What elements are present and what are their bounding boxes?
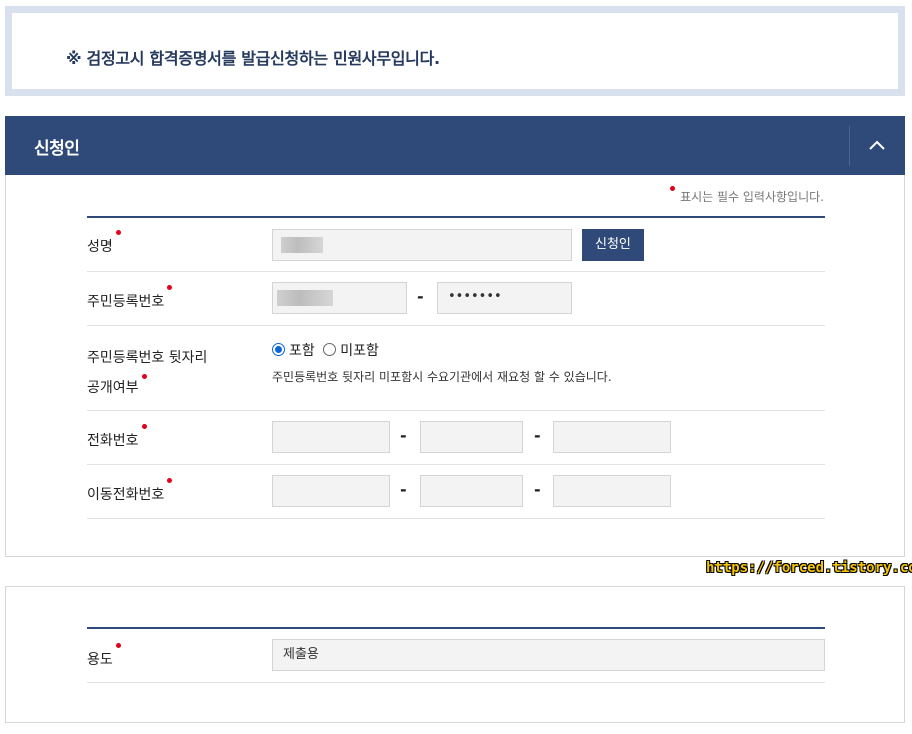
- required-dot-icon: [167, 285, 173, 290]
- applicant-form: 성명 신청인 주민등록번호 - ••••••• 주민등록번호 뒷자리 공개여부 …: [87, 216, 825, 519]
- mobile-part3-input[interactable]: [553, 475, 671, 507]
- phone-dash-1: -: [400, 426, 407, 445]
- chevron-up-icon: [869, 140, 885, 150]
- form-row-name: 성명 신청인: [87, 218, 825, 272]
- applicant-section-body: 표시는 필수 입력사항입니다. 성명 신청인 주민등록번호 - •••••••: [5, 175, 905, 557]
- phone-dash-2: -: [534, 426, 541, 445]
- radio-include-label[interactable]: 포함: [289, 343, 315, 359]
- mobile-dash-1: -: [400, 480, 407, 499]
- masked-value: [277, 290, 333, 306]
- watermark-text: https://forced.tistory.com: [706, 560, 912, 576]
- rrn-back-input[interactable]: •••••••: [437, 282, 572, 314]
- required-note: 표시는 필수 입력사항입니다.: [670, 186, 824, 205]
- disclose-radio-group: 포함 미포함: [272, 340, 379, 360]
- required-dot-icon: [115, 230, 121, 235]
- required-dot-icon: [670, 186, 676, 191]
- required-dot-icon: [167, 478, 173, 483]
- name-label: 성명: [87, 230, 121, 256]
- required-dot-icon: [141, 374, 147, 379]
- radio-include-circle-icon[interactable]: [272, 343, 285, 356]
- rrn-dash: -: [417, 287, 424, 306]
- rrn-label: 주민등록번호: [87, 285, 173, 311]
- disclose-hint: 주민등록번호 뒷자리 미포함시 수요기관에서 재요청 할 수 있습니다.: [272, 370, 612, 384]
- notice-text: ※ 검정고시 합격증명서를 발급신청하는 민원사무입니다.: [66, 49, 440, 68]
- mobile-part1-input[interactable]: [272, 475, 390, 507]
- radio-include[interactable]: 포함: [272, 343, 319, 359]
- rrn-label-text: 주민등록번호: [87, 294, 165, 310]
- mobile-dash-2: -: [534, 480, 541, 499]
- form-row-rrn-disclose: 주민등록번호 뒷자리 공개여부 포함 미포함 주민등록번호 뒷자리 미포함시 수…: [87, 326, 825, 411]
- rrn-disclose-label-line2-wrap: 공개여부: [87, 374, 147, 396]
- masked-value: [281, 237, 323, 253]
- mobile-label-text: 이동전화번호: [87, 487, 165, 503]
- applicant-section-header: 신청인: [5, 116, 905, 175]
- applicant-button[interactable]: 신청인: [582, 229, 644, 261]
- radio-exclude[interactable]: 미포함: [323, 343, 379, 359]
- purpose-section: 용도 제출용: [5, 586, 905, 723]
- mobile-label: 이동전화번호: [87, 478, 173, 504]
- name-input[interactable]: [272, 229, 572, 261]
- purpose-label-text: 용도: [87, 652, 113, 668]
- radio-exclude-circle-icon[interactable]: [323, 343, 337, 356]
- phone-part1-input[interactable]: [272, 421, 390, 453]
- mobile-part2-input[interactable]: [420, 475, 523, 507]
- purpose-label: 용도: [87, 643, 121, 669]
- required-dot-icon: [141, 424, 147, 429]
- collapse-toggle-button[interactable]: [849, 126, 905, 166]
- form-row-mobile: 이동전화번호 - -: [87, 465, 825, 519]
- purpose-input[interactable]: 제출용: [272, 639, 825, 671]
- notice-inner: ※ 검정고시 합격증명서를 발급신청하는 민원사무입니다.: [12, 13, 898, 89]
- form-row-phone: 전화번호 - -: [87, 411, 825, 465]
- required-note-text: 표시는 필수 입력사항입니다.: [680, 190, 824, 204]
- rrn-front-input[interactable]: [272, 282, 407, 314]
- name-label-text: 성명: [87, 239, 113, 255]
- phone-label-text: 전화번호: [87, 433, 139, 449]
- form-row-rrn: 주민등록번호 - •••••••: [87, 272, 825, 326]
- form-row-purpose: 용도 제출용: [87, 629, 825, 683]
- phone-label: 전화번호: [87, 424, 147, 450]
- rrn-disclose-label-line1: 주민등록번호 뒷자리: [87, 350, 208, 366]
- required-dot-icon: [115, 643, 121, 648]
- rrn-disclose-label: 주민등록번호 뒷자리 공개여부: [87, 343, 207, 403]
- phone-part3-input[interactable]: [553, 421, 671, 453]
- radio-exclude-label[interactable]: 미포함: [340, 343, 379, 359]
- rrn-disclose-label-line2: 공개여부: [87, 380, 139, 396]
- section-title: 신청인: [34, 139, 80, 159]
- phone-part2-input[interactable]: [420, 421, 523, 453]
- notice-box: ※ 검정고시 합격증명서를 발급신청하는 민원사무입니다.: [5, 6, 905, 96]
- purpose-form: 용도 제출용: [87, 627, 825, 683]
